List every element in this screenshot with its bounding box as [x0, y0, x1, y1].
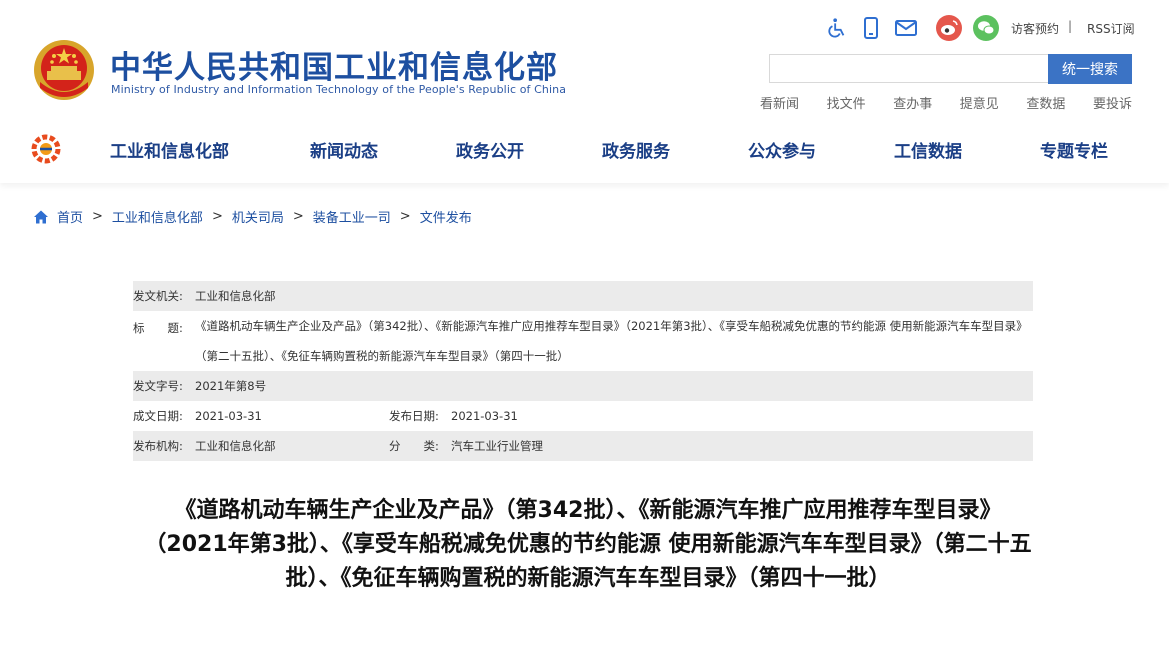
- nav-item-miit-data[interactable]: 工信数据: [894, 137, 962, 162]
- title-label: 标 题:: [133, 321, 183, 335]
- nav-item-miit[interactable]: 工业和信息化部: [110, 137, 229, 162]
- quick-link-complaint[interactable]: 要投诉: [1093, 93, 1132, 112]
- category-label: 分 类:: [389, 439, 439, 453]
- utility-separator: |: [1068, 19, 1073, 33]
- breadcrumb-separator: >: [211, 209, 223, 224]
- rss-link[interactable]: RSS订阅: [1087, 20, 1135, 37]
- nav-item-public-participation[interactable]: 公众参与: [748, 137, 816, 162]
- breadcrumb-separator: >: [292, 209, 304, 224]
- mail-icon[interactable]: [892, 14, 920, 42]
- main-nav: 工业和信息化部 新闻动态 政务公开 政务服务 公众参与 工信数据 专题专栏: [90, 137, 1132, 163]
- meta-row-title: 标 题: 《道路机动车辆生产企业及产品》（第342批）、《新能源汽车推广应用推荐…: [133, 311, 1033, 371]
- breadcrumb-miit[interactable]: 工业和信息化部: [112, 207, 203, 226]
- mobile-icon[interactable]: [857, 14, 885, 42]
- quick-link-feedback[interactable]: 提意见: [960, 93, 999, 112]
- quick-link-files[interactable]: 找文件: [827, 93, 866, 112]
- breadcrumb-separator: >: [399, 209, 411, 224]
- breadcrumb-doc-release[interactable]: 文件发布: [420, 207, 472, 226]
- search-input[interactable]: [769, 54, 1049, 83]
- wechat-icon[interactable]: [972, 14, 1000, 42]
- accessibility-icon[interactable]: [823, 14, 851, 42]
- category-value: 汽车工业行业管理: [451, 439, 543, 453]
- meta-row-dates: 成文日期: 2021-03-31 发布日期: 2021-03-31: [133, 401, 1033, 431]
- nav-item-news[interactable]: 新闻动态: [310, 137, 378, 162]
- site-title-cn[interactable]: 中华人民共和国工业和信息化部: [110, 42, 558, 87]
- breadcrumb-separator: >: [92, 209, 103, 224]
- doc-no-value: 2021年第8号: [195, 379, 267, 393]
- published-date-label: 发布日期:: [389, 409, 439, 423]
- breadcrumb-home[interactable]: 首页: [57, 207, 83, 226]
- search-button[interactable]: 统一搜索: [1048, 54, 1132, 84]
- document-meta-table: 发文机关: 工业和信息化部 标 题: 《道路机动车辆生产企业及产品》（第342批…: [133, 281, 1033, 461]
- visitor-appointment-link[interactable]: 访客预约: [1011, 20, 1059, 37]
- meta-row-doc-no: 发文字号: 2021年第8号: [133, 371, 1033, 401]
- breadcrumb-equipment-dept[interactable]: 装备工业一司: [313, 207, 391, 226]
- breadcrumb: 首页 > 工业和信息化部 > 机关司局 > 装备工业一司 > 文件发布: [33, 207, 472, 226]
- quick-link-services[interactable]: 查办事: [893, 93, 932, 112]
- site-title-en[interactable]: Ministry of Industry and Information Tec…: [111, 83, 566, 96]
- doc-no-label: 发文字号:: [133, 379, 183, 393]
- issuer-label: 发文机关:: [133, 289, 183, 303]
- site-header: 中华人民共和国工业和信息化部 Ministry of Industry and …: [0, 0, 1169, 183]
- breadcrumb-departments[interactable]: 机关司局: [232, 207, 284, 226]
- weibo-icon[interactable]: [935, 14, 963, 42]
- home-icon: [34, 210, 48, 223]
- title-value: 《道路机动车辆生产企业及产品》（第342批）、《新能源汽车推广应用推荐车型目录》…: [195, 319, 1028, 363]
- nav-item-gov-services[interactable]: 政务服务: [602, 137, 670, 162]
- nav-item-gov-affairs[interactable]: 政务公开: [456, 137, 524, 162]
- meta-row-issuer: 发文机关: 工业和信息化部: [133, 281, 1033, 311]
- agency-value: 工业和信息化部: [195, 439, 276, 453]
- quick-link-news[interactable]: 看新闻: [760, 93, 799, 112]
- agency-label: 发布机构:: [133, 439, 183, 453]
- quick-links: 看新闻 找文件 查办事 提意见 查数据 要投诉: [760, 93, 1132, 112]
- issuer-value: 工业和信息化部: [195, 289, 276, 303]
- created-date-value: 2021-03-31: [195, 409, 262, 423]
- ministry-logo-icon[interactable]: [31, 134, 61, 164]
- published-date-value: 2021-03-31: [451, 409, 518, 423]
- nav-item-topics[interactable]: 专题专栏: [1040, 137, 1108, 162]
- article-headline: 《道路机动车辆生产企业及产品》（第342批）、《新能源汽车推广应用推荐车型目录》…: [144, 498, 1032, 591]
- meta-row-agency: 发布机构: 工业和信息化部 分 类: 汽车工业行业管理: [133, 431, 1033, 461]
- created-date-label: 成文日期:: [133, 409, 183, 423]
- quick-link-data[interactable]: 查数据: [1026, 93, 1065, 112]
- national-emblem-icon[interactable]: [32, 38, 96, 102]
